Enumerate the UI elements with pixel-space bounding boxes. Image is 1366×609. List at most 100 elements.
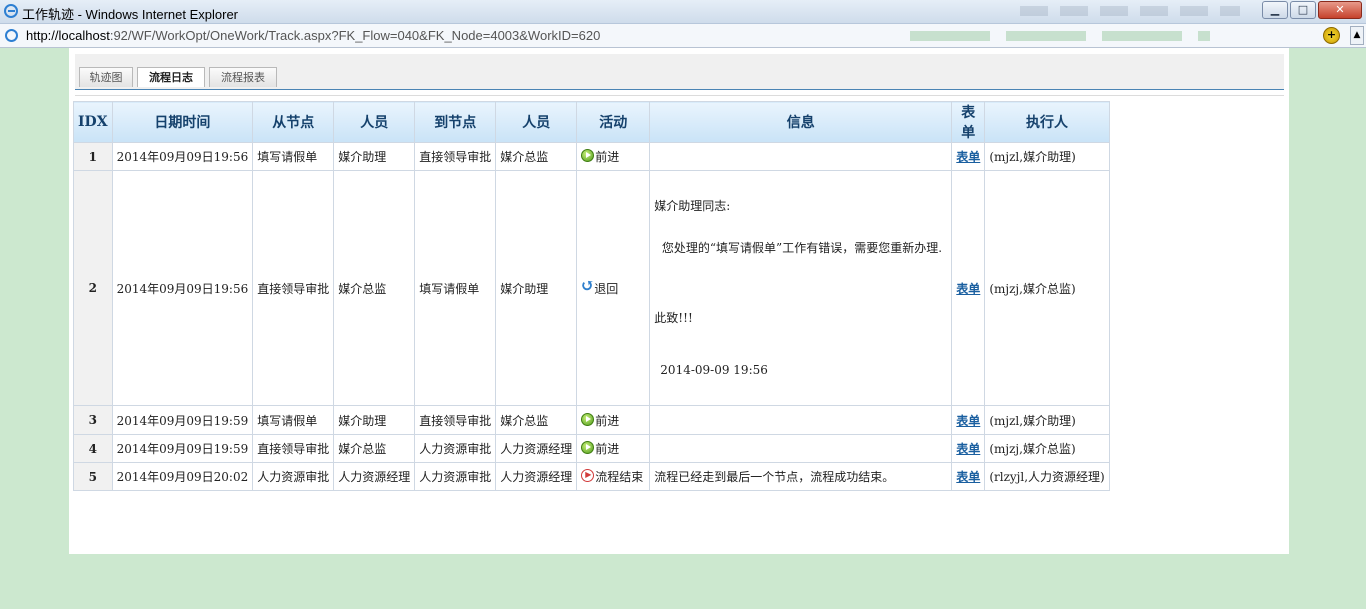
row-activity: 退回	[576, 170, 651, 406]
row-from-person: 人力资源经理	[333, 462, 416, 491]
row-datetime: 2014年09月09日19:56	[111, 142, 254, 171]
row-to-person: 人力资源经理	[495, 434, 578, 463]
scrollbar-up-arrow[interactable]: ▲	[1350, 26, 1364, 45]
row-to-person: 媒介助理	[495, 170, 578, 406]
row-form: 表单	[951, 405, 986, 435]
header-datetime: 日期时间	[111, 101, 254, 143]
tab-divider	[75, 95, 1284, 96]
row-idx: 4	[73, 434, 113, 463]
row-to-node: 直接领导审批	[414, 142, 497, 171]
row-info	[649, 142, 953, 171]
row-executor: (mjzl,媒介助理)	[984, 405, 1110, 435]
row-info: 流程已经走到最后一个节点，流程成功结束。	[649, 462, 953, 491]
row-from-person: 媒介总监	[333, 170, 416, 406]
row-datetime: 2014年09月09日19:56	[111, 170, 254, 406]
row-to-person: 媒介总监	[495, 405, 578, 435]
address-url[interactable]: http://localhost:92/WF/WorkOpt/OneWork/T…	[26, 28, 600, 43]
header-form: 表单	[951, 101, 986, 143]
row-idx: 2	[73, 170, 113, 406]
row-to-node: 人力资源审批	[414, 434, 497, 463]
row-from-node: 人力资源审批	[252, 462, 335, 491]
row-executor: (mjzl,媒介助理)	[984, 142, 1110, 171]
row-executor: (mjzj,媒介总监)	[984, 170, 1110, 406]
row-info	[649, 434, 953, 463]
row-datetime: 2014年09月09日19:59	[111, 434, 254, 463]
info-line: 媒介助理同志:	[654, 199, 731, 213]
address-path: :92/WF/WorkOpt/OneWork/Track.aspx?FK_Flo…	[109, 28, 601, 43]
info-line: 您处理的“填写请假单”工作有错误，需要您重新办理.	[654, 241, 943, 255]
compatibility-view-icon[interactable]: +	[1323, 27, 1340, 44]
row-form: 表单	[951, 142, 986, 171]
row-executor: (rlzyjl,人力资源经理)	[984, 462, 1110, 491]
forward-icon	[581, 441, 595, 454]
address-bar[interactable]: http://localhost:92/WF/WorkOpt/OneWork/T…	[0, 24, 1366, 48]
activity-label: 退回	[594, 281, 619, 296]
info-line: 此致!!!	[654, 311, 693, 325]
header-from-person: 人员	[333, 101, 416, 143]
row-to-node: 填写请假单	[414, 170, 497, 406]
ie-logo-icon	[4, 4, 18, 18]
row-info	[649, 405, 953, 435]
row-from-node: 直接领导审批	[252, 170, 335, 406]
row-form: 表单	[951, 434, 986, 463]
close-button[interactable]: ✕	[1318, 1, 1362, 19]
header-executor: 执行人	[984, 101, 1110, 143]
minimize-button[interactable]: ▁	[1262, 1, 1288, 19]
row-to-person: 媒介总监	[495, 142, 578, 171]
row-from-node: 直接领导审批	[252, 434, 335, 463]
window-title-bar: 工作轨迹 - Windows Internet Explorer ▁ □ ✕	[0, 0, 1366, 24]
row-idx: 3	[73, 405, 113, 435]
window-title: 工作轨迹 - Windows Internet Explorer	[22, 7, 239, 22]
form-link[interactable]: 表单	[956, 150, 980, 164]
activity-label: 前进	[595, 413, 620, 428]
table-row: 1 2014年09月09日19:56 填写请假单 媒介助理 直接领导审批 媒介总…	[73, 142, 1110, 171]
form-link[interactable]: 表单	[956, 470, 980, 484]
header-to-person: 人员	[495, 101, 578, 143]
background-toolbar-ghost	[1020, 6, 1240, 16]
row-datetime: 2014年09月09日19:59	[111, 405, 254, 435]
activity-label: 前进	[595, 150, 620, 164]
info-timestamp: 2014-09-09 19:56	[660, 363, 768, 377]
row-from-person: 媒介助理	[333, 405, 416, 435]
row-from-person: 媒介总监	[333, 434, 416, 463]
row-to-person: 人力资源经理	[495, 462, 578, 491]
table-row: 2 2014年09月09日19:56 直接领导审批 媒介总监 填写请假单 媒介助…	[73, 170, 1110, 406]
row-form: 表单	[951, 170, 986, 406]
row-activity: 流程结束	[576, 462, 651, 491]
header-from-node: 从节点	[252, 101, 335, 143]
row-executor: (mjzj,媒介总监)	[984, 434, 1110, 463]
row-datetime: 2014年09月09日20:02	[111, 462, 254, 491]
maximize-button[interactable]: □	[1290, 1, 1316, 19]
form-link[interactable]: 表单	[956, 414, 980, 428]
tab-flow-log[interactable]: 流程日志	[137, 67, 205, 87]
row-form: 表单	[951, 462, 986, 491]
table-header-row: IDX 日期时间 从节点 人员 到节点 人员 活动 信息 表单 执行人	[73, 101, 1110, 143]
table-row: 3 2014年09月09日19:59 填写请假单 媒介助理 直接领导审批 媒介总…	[73, 405, 1110, 435]
header-idx: IDX	[73, 101, 113, 143]
tab-flow-report[interactable]: 流程报表	[209, 67, 277, 87]
row-idx: 5	[73, 462, 113, 491]
row-activity: 前进	[576, 142, 651, 171]
return-icon	[580, 276, 594, 296]
row-from-node: 填写请假单	[252, 405, 335, 435]
activity-label: 前进	[595, 442, 620, 456]
row-from-node: 填写请假单	[252, 142, 335, 171]
forward-icon	[581, 412, 595, 426]
row-to-node: 直接领导审批	[414, 405, 497, 435]
flow-log-table: IDX 日期时间 从节点 人员 到节点 人员 活动 信息 表单 执行人 1 20…	[73, 101, 1110, 491]
table-row: 5 2014年09月09日20:02 人力资源审批 人力资源经理 人力资源审批 …	[73, 462, 1110, 491]
header-info: 信息	[649, 101, 953, 143]
form-link[interactable]: 表单	[956, 442, 980, 456]
row-idx: 1	[73, 142, 113, 171]
row-info: 媒介助理同志: 您处理的“填写请假单”工作有错误，需要您重新办理. 此致!!! …	[649, 170, 953, 406]
form-link[interactable]: 表单	[956, 282, 980, 296]
row-to-node: 人力资源审批	[414, 462, 497, 491]
flow-end-icon	[581, 469, 595, 482]
background-window-ghost	[910, 31, 1210, 41]
table-row: 4 2014年09月09日19:59 直接领导审批 媒介总监 人力资源审批 人力…	[73, 434, 1110, 463]
tab-bar: 轨迹图 流程日志 流程报表	[75, 54, 1284, 90]
header-activity: 活动	[576, 101, 651, 143]
address-host: http://localhost	[26, 28, 110, 43]
forward-icon	[581, 149, 595, 162]
tab-track-graph[interactable]: 轨迹图	[79, 67, 133, 87]
